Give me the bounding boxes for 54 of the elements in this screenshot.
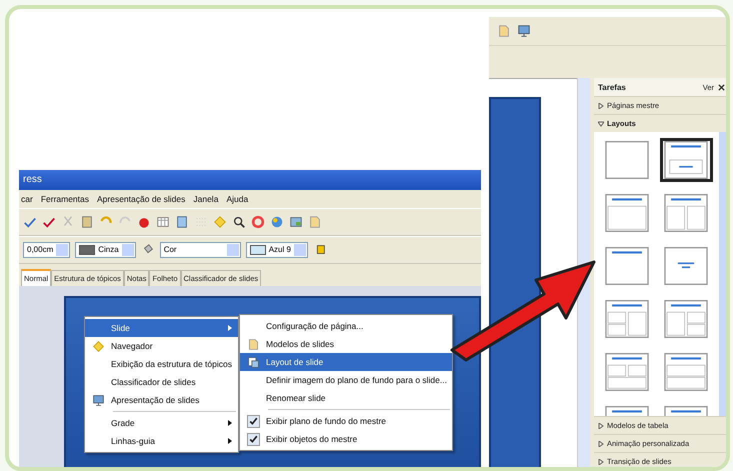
spellcheck-icon[interactable] [23,215,37,229]
menu-item[interactable]: Ajuda [226,194,248,204]
window-title: ress [19,170,481,190]
submenu-arrow-icon [228,420,232,426]
area-color-dropdown[interactable]: Azul 9 [246,242,308,258]
scrollbar[interactable] [577,78,590,467]
menu-item[interactable]: Renomear slide [240,389,452,407]
globe-icon[interactable] [270,215,284,229]
lifebuoy-icon[interactable] [251,215,265,229]
layout-option[interactable] [660,138,713,182]
zoom-icon[interactable] [232,215,246,229]
area-style-dropdown[interactable]: Cor [160,242,241,258]
line-width-field[interactable]: 0,00cm [23,242,70,258]
menu-item[interactable]: car [21,194,33,204]
page-icon [246,338,260,350]
expand-icon [598,102,604,108]
line-color-dropdown[interactable]: Cinza [75,242,136,258]
menu-item[interactable]: Grade [85,414,238,432]
diamond-icon [92,340,104,352]
page-icon[interactable] [308,215,322,229]
menu-item[interactable]: Exibir objetos do mestre [240,430,452,448]
collapse-icon [598,120,604,126]
checkbox[interactable] [246,414,260,428]
menu-item[interactable]: Apresentação de slides [85,391,238,409]
layout-icon [246,356,260,368]
checkbox[interactable] [246,432,260,446]
picture-icon[interactable] [289,215,303,229]
menu-item[interactable]: Classificador de slides [85,373,238,391]
page-icon[interactable] [497,24,511,38]
expand-icon [598,422,604,428]
menu-item[interactable]: Apresentação de slides [97,194,186,204]
monitor-icon [92,394,104,406]
menu-item[interactable]: Exibir plano de fundo do mestre [240,412,452,430]
menu-item[interactable]: Janela [193,194,218,204]
image-icon[interactable] [175,215,189,229]
menu-item[interactable]: Slide [85,319,238,337]
menu-item[interactable]: Layout de slide [240,353,452,371]
menu-item[interactable]: Exibição da estrutura de tópicos [85,355,238,373]
menu-item[interactable]: Modelos de slides [240,335,452,353]
expand-icon [598,458,604,464]
pane-title: Tarefas [598,82,627,92]
menu-item[interactable]: Configuração de página... [240,317,452,335]
menu-item[interactable]: Linhas-guia [85,432,238,450]
submenu-arrow-icon [228,325,232,331]
menu-item[interactable]: Navegador [85,337,238,355]
menu-item[interactable]: Definir imagem do plano de fundo para o slide... [240,371,452,389]
spellcheck-icon[interactable] [42,215,56,229]
expand-icon [598,440,604,446]
submenu-arrow-icon [228,438,232,444]
scrollbar[interactable] [719,132,726,416]
table-icon[interactable] [156,215,170,229]
close-icon[interactable] [718,84,725,90]
menu-item[interactable]: Ferramentas [40,194,89,204]
monitor-icon[interactable] [517,24,531,38]
